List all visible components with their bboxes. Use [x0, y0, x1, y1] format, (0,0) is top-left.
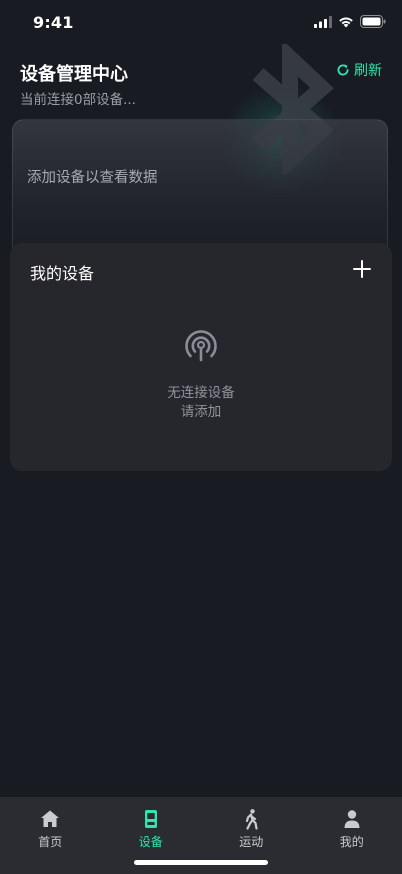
device-management-screen: 9:41 设备管理中心 当前连接0部设备... 刷新 添加设备以查看数据 我的设…	[0, 0, 402, 874]
empty-state-line1: 无连接设备	[167, 385, 235, 401]
tab-home[interactable]: 首页	[0, 797, 101, 857]
tab-home-label: 首页	[38, 835, 63, 849]
connection-status: 当前连接0部设备...	[20, 92, 136, 108]
status-time: 9:41	[33, 13, 74, 32]
device-icon	[144, 810, 157, 828]
wifi-icon	[339, 17, 353, 27]
user-icon	[344, 810, 360, 828]
battery-icon	[360, 15, 386, 28]
empty-state-message: 无连接设备 请添加	[10, 384, 392, 422]
home-indicator	[134, 860, 268, 865]
cellular-signal-icon	[314, 15, 332, 28]
no-signal-icon	[185, 330, 217, 362]
add-device-hint: 添加设备以查看数据	[27, 170, 158, 186]
tab-profile-label: 我的	[339, 835, 364, 849]
my-devices-title: 我的设备	[30, 264, 95, 283]
empty-state-line2: 请添加	[180, 404, 222, 420]
refresh-button[interactable]: 刷新	[336, 60, 382, 80]
tab-devices-label: 设备	[138, 835, 163, 849]
tab-devices[interactable]: 设备	[101, 797, 202, 857]
page-title: 设备管理中心	[20, 64, 128, 85]
tab-sport[interactable]: 运动	[201, 797, 302, 857]
refresh-label: 刷新	[354, 63, 382, 79]
tab-profile[interactable]: 我的	[302, 797, 402, 857]
refresh-icon	[337, 64, 349, 76]
home-icon	[41, 810, 60, 827]
tab-sport-label: 运动	[239, 835, 264, 849]
status-icons	[314, 15, 386, 28]
my-devices-card: 我的设备 无连接设备 请添加	[10, 243, 392, 471]
status-bar: 9:41	[0, 0, 402, 46]
walking-icon	[246, 809, 258, 830]
add-device-button[interactable]	[352, 259, 372, 279]
